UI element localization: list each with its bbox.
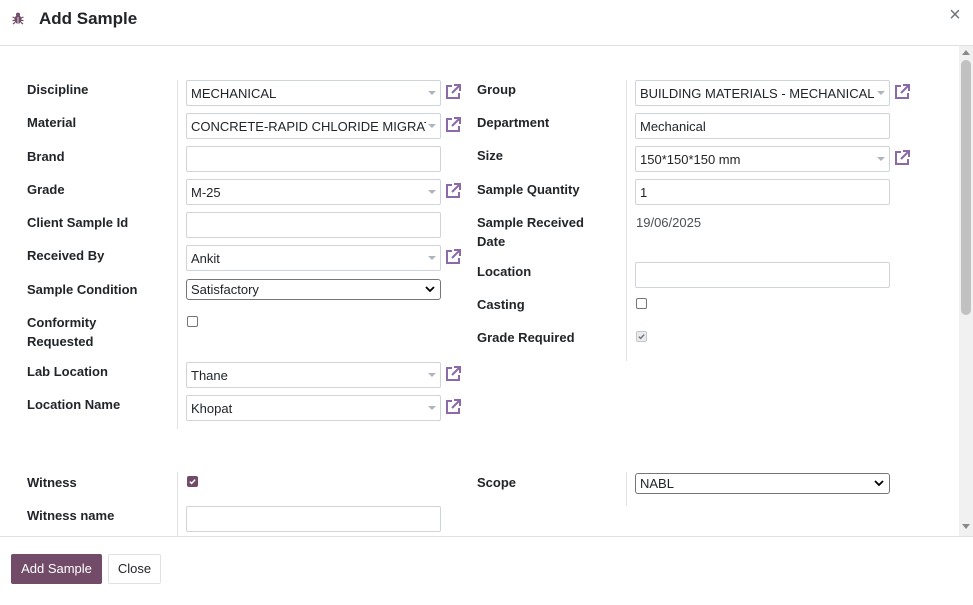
sample-condition-label: Sample Condition xyxy=(27,282,138,297)
conformity-requested-checkbox[interactable] xyxy=(187,316,198,327)
lab-location-label: Lab Location xyxy=(27,364,108,379)
chevron-down-icon xyxy=(877,157,885,161)
right-column-divider xyxy=(626,80,627,361)
bottom-right-divider xyxy=(626,472,627,506)
size-value: 150*150*150 mm xyxy=(640,152,741,167)
sample-received-date-label-line1: Sample Received xyxy=(477,215,584,230)
chevron-down-icon xyxy=(428,91,436,95)
check-icon xyxy=(189,479,196,485)
external-link-icon[interactable] xyxy=(443,115,463,135)
size-label: Size xyxy=(477,148,504,163)
scroll-up-icon[interactable] xyxy=(962,50,970,55)
sample-condition-value: Satisfactory xyxy=(191,282,259,297)
received-by-value: Ankit xyxy=(191,251,220,266)
department-label: Department xyxy=(477,115,550,130)
grade-field[interactable]: M-25 xyxy=(186,179,441,205)
grade-value: M-25 xyxy=(191,185,221,200)
lab-location-value: Thane xyxy=(191,368,228,383)
scope-value: NABL xyxy=(640,476,674,491)
witness-name-label: Witness name xyxy=(27,508,115,523)
check-icon xyxy=(638,334,645,340)
external-link-icon[interactable] xyxy=(443,82,463,102)
material-field[interactable]: CONCRETE-RAPID CHLORIDE MIGRATION xyxy=(186,113,441,139)
sample-condition-select[interactable]: Satisfactory xyxy=(186,279,441,300)
close-button[interactable]: Close xyxy=(108,554,161,584)
conformity-requested-label-line1: Conformity xyxy=(27,315,97,330)
scope-select[interactable]: NABL xyxy=(635,473,890,494)
conformity-requested-label-line2: Requested xyxy=(27,334,94,349)
grade-required-checkbox xyxy=(636,331,647,342)
scope-label: Scope xyxy=(477,475,517,490)
witness-checkbox[interactable] xyxy=(187,476,198,487)
external-link-icon[interactable] xyxy=(443,364,463,384)
brand-input[interactable] xyxy=(186,146,441,172)
dialog-header: Add Sample × xyxy=(0,0,973,46)
bottom-left-divider xyxy=(177,472,178,536)
group-value: BUILDING MATERIALS - MECHANICAL xyxy=(640,86,875,101)
received-by-label: Received By xyxy=(27,248,105,263)
external-link-icon[interactable] xyxy=(892,148,912,168)
discipline-label: Discipline xyxy=(27,82,89,97)
discipline-value: MECHANICAL xyxy=(191,86,277,101)
bug-icon xyxy=(12,12,24,25)
material-label: Material xyxy=(27,115,77,130)
chevron-down-icon xyxy=(428,406,436,410)
chevron-down-icon xyxy=(425,286,435,293)
external-link-icon[interactable] xyxy=(443,181,463,201)
add-sample-button[interactable]: Add Sample xyxy=(11,554,102,584)
sample-quantity-label: Sample Quantity xyxy=(477,182,580,197)
sample-quantity-input[interactable]: 1 xyxy=(635,179,890,205)
witness-name-input[interactable] xyxy=(186,506,441,532)
group-field[interactable]: BUILDING MATERIALS - MECHANICAL xyxy=(635,80,890,106)
client-sample-id-label: Client Sample Id xyxy=(27,215,129,230)
chevron-down-icon xyxy=(428,373,436,377)
chevron-down-icon xyxy=(877,91,885,95)
location-label: Location xyxy=(477,264,532,279)
dialog-title: Add Sample xyxy=(39,9,138,28)
dialog-body: Discipline MECHANICAL Material CONCRETE-… xyxy=(0,46,960,536)
casting-label: Casting xyxy=(477,297,525,312)
grade-label: Grade xyxy=(27,182,65,197)
client-sample-id-input[interactable] xyxy=(186,212,441,238)
dialog-footer: Add Sample Close xyxy=(0,536,973,605)
location-input[interactable] xyxy=(635,262,890,288)
location-name-value: Khopat xyxy=(191,401,233,416)
brand-label: Brand xyxy=(27,149,65,164)
lab-location-field[interactable]: Thane xyxy=(186,362,441,388)
sample-received-date-label: Sample Received Date xyxy=(477,213,584,251)
received-by-field[interactable]: Ankit xyxy=(186,245,441,271)
chevron-down-icon xyxy=(428,190,436,194)
left-column-divider xyxy=(177,80,178,429)
scroll-down-icon[interactable] xyxy=(962,524,970,529)
conformity-requested-label: Conformity Requested xyxy=(27,313,96,351)
group-label: Group xyxy=(477,82,516,97)
sample-received-date-value: 19/06/2025 xyxy=(636,215,702,230)
material-value: CONCRETE-RAPID CHLORIDE MIGRATION xyxy=(191,119,426,134)
sample-quantity-value: 1 xyxy=(640,185,648,200)
external-link-icon[interactable] xyxy=(443,397,463,417)
chevron-down-icon xyxy=(428,124,436,128)
close-icon[interactable]: × xyxy=(945,5,965,25)
external-link-icon[interactable] xyxy=(443,247,463,267)
external-link-icon[interactable] xyxy=(892,82,912,102)
discipline-field[interactable]: MECHANICAL xyxy=(186,80,441,106)
chevron-down-icon xyxy=(428,256,436,260)
grade-required-label: Grade Required xyxy=(477,330,575,345)
sample-received-date-label-line2: Date xyxy=(477,234,506,249)
location-name-field[interactable]: Khopat xyxy=(186,395,441,421)
scrollbar-thumb[interactable] xyxy=(961,60,971,315)
chevron-down-icon xyxy=(874,480,884,487)
witness-label: Witness xyxy=(27,475,77,490)
casting-checkbox[interactable] xyxy=(636,298,647,309)
department-input[interactable]: Mechanical xyxy=(635,113,890,139)
department-value: Mechanical xyxy=(640,119,706,134)
location-name-label: Location Name xyxy=(27,397,121,412)
size-field[interactable]: 150*150*150 mm xyxy=(635,146,890,172)
scrollbar[interactable] xyxy=(959,46,973,536)
